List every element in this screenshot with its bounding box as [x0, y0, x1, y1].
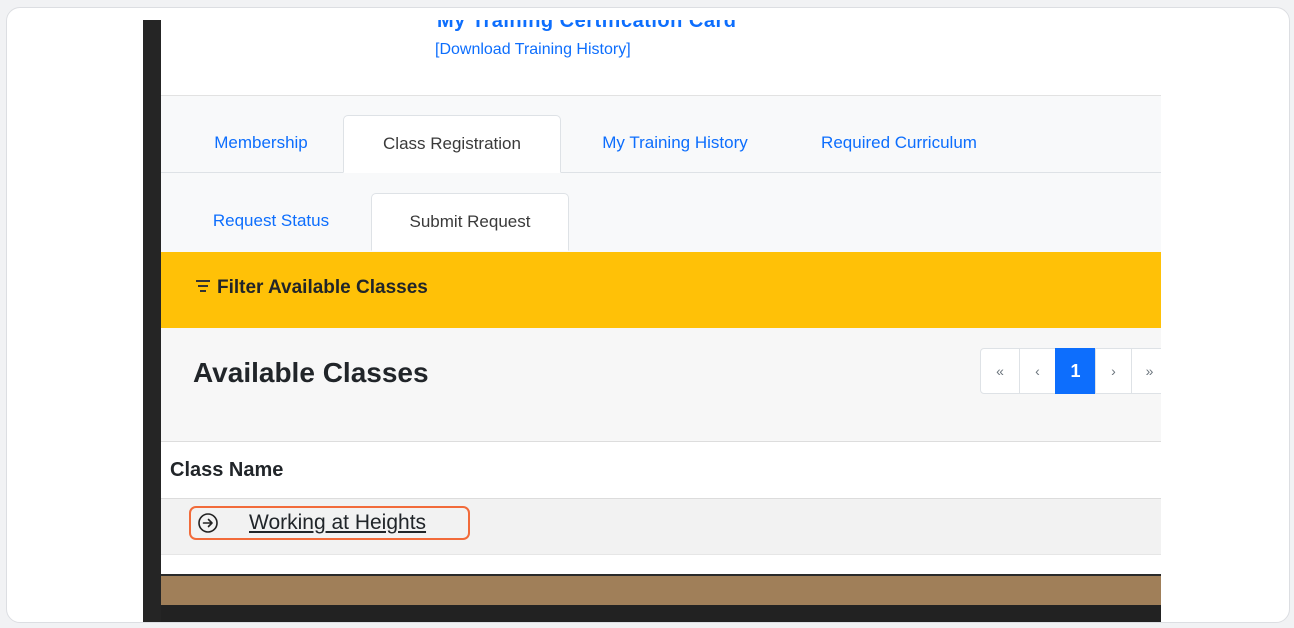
tab-my-training-history[interactable]: My Training History: [579, 115, 771, 171]
table-row: Working at Heights: [161, 499, 1161, 555]
tab-submit-request[interactable]: Submit Request: [371, 193, 569, 251]
column-header-class-name: Class Name: [170, 459, 284, 481]
available-classes-title: Available Classes: [193, 357, 429, 388]
circle-arrow-right-icon: [198, 513, 218, 533]
dark-side-bar: [143, 20, 161, 622]
tab-class-registration[interactable]: Class Registration: [343, 115, 561, 173]
filter-available-classes-bar[interactable]: Filter Available Classes: [161, 252, 1161, 328]
current-page-button[interactable]: 1: [1055, 348, 1096, 394]
footer-band: [161, 574, 1161, 605]
screenshot-card: My Training Certification Card [Download…: [6, 7, 1290, 623]
tab-required-curriculum[interactable]: Required Curriculum: [799, 115, 999, 171]
class-name-text: Working at Heights: [249, 511, 427, 534]
browser-screenshot: My Training Certification Card [Download…: [143, 20, 1161, 622]
sub-tab-bar: Request Status Submit Request: [161, 173, 1161, 252]
available-classes-header: Available Classes « ‹ 1 › »: [161, 328, 1161, 442]
page-header: My Training Certification Card [Download…: [161, 20, 1161, 96]
next-page-button[interactable]: ›: [1095, 348, 1132, 394]
pagination: « ‹ 1 › »: [980, 348, 1161, 394]
filter-icon: [195, 280, 211, 294]
page-title-cropped: My Training Certification Card: [437, 20, 737, 32]
download-training-history-link[interactable]: [Download Training History]: [435, 41, 631, 59]
working-at-heights-link[interactable]: Working at Heights: [189, 506, 470, 540]
first-page-button[interactable]: «: [980, 348, 1020, 394]
table-header: Class Name: [161, 442, 1161, 499]
tab-membership[interactable]: Membership: [191, 115, 331, 171]
filter-label: Filter Available Classes: [217, 277, 428, 298]
main-tab-bar: Membership Class Registration My Trainin…: [161, 96, 1161, 173]
tab-request-status[interactable]: Request Status: [191, 193, 351, 249]
training-page: My Training Certification Card [Download…: [161, 20, 1161, 574]
prev-page-button[interactable]: ‹: [1019, 348, 1056, 394]
last-page-button[interactable]: »: [1131, 348, 1161, 394]
